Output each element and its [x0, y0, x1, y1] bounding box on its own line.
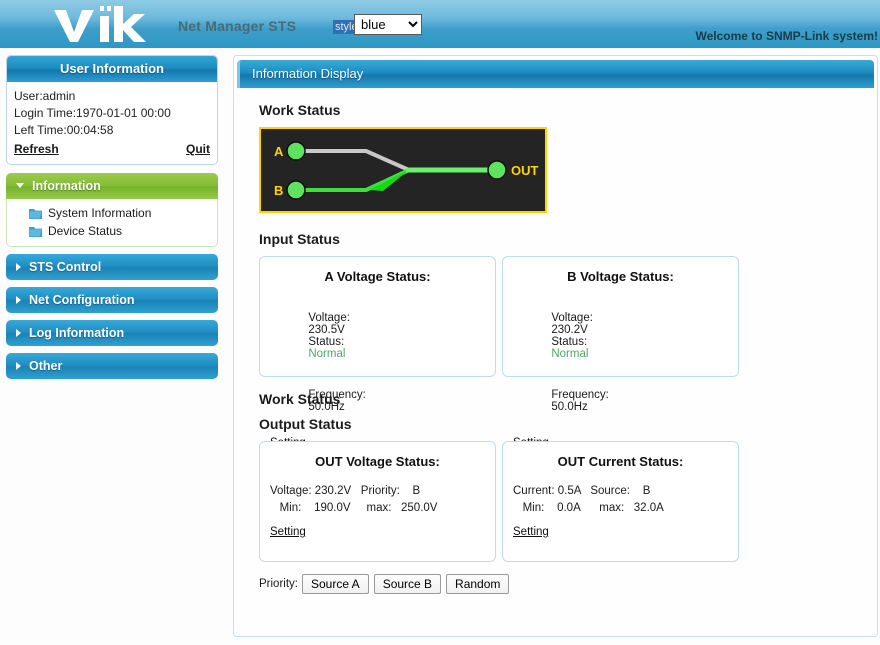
sidebar-menu-log-information: Log Information [6, 320, 218, 346]
welcome-message: Welcome to SNMP-Link system! [696, 29, 878, 43]
sidebar-item-other-label: Other [29, 359, 62, 373]
work-status-heading: Work Status [259, 102, 877, 118]
out-current-line-1: Current: 0.5A Source: B [513, 485, 728, 497]
a-status-label: Status: [308, 336, 344, 348]
sidebar-item-sts-control-label: STS Control [29, 260, 101, 274]
output-status-cards: OUT Voltage Status: Voltage: 230.2V Prio… [259, 441, 877, 562]
b-voltage-status-card: B Voltage Status: Voltage: 230.2V Status… [502, 256, 739, 377]
b-voltage-label: Voltage: [551, 312, 593, 324]
out-voltage-line-1: Voltage: 230.2V Priority: B [270, 485, 485, 497]
out-current-setting-link[interactable]: Setting [513, 526, 549, 538]
a-voltage-value: 230.5V [308, 324, 344, 336]
chevron-right-icon [16, 296, 21, 304]
input-status-cards: A Voltage Status: Voltage: 230.5V Status… [259, 256, 877, 377]
sidebar-item-system-information-label: System Information [48, 206, 151, 220]
priority-label: Priority: [259, 578, 298, 590]
chevron-down-icon [16, 183, 24, 188]
user-information-title: User Information [7, 56, 217, 82]
b-status-value: Normal [551, 348, 588, 360]
sidebar-item-information[interactable]: Information [6, 173, 218, 199]
user-links: Refresh Quit [14, 141, 210, 160]
vk-logo [52, 2, 148, 46]
sidebar-menu-information: Information System Information Device St… [6, 173, 218, 247]
out-current-setting-row: Setting [513, 526, 728, 538]
b-frequency-value: 50.0Hz [551, 401, 587, 413]
b-frequency-line: Frequency: 50.0Hz [513, 377, 728, 425]
a-voltage-status-title: A Voltage Status: [270, 269, 485, 284]
source-a-button[interactable]: Source A [302, 574, 369, 594]
sidebar-item-other[interactable]: Other [6, 353, 218, 379]
information-display-title: Information Display [237, 60, 874, 88]
out-current-status-title: OUT Current Status: [513, 454, 728, 469]
input-status-heading: Input Status [259, 231, 877, 247]
sidebar: User Information User:admin Login Time:1… [6, 55, 218, 379]
sidebar-item-information-label: Information [32, 179, 101, 193]
out-voltage-setting-link[interactable]: Setting [270, 526, 306, 538]
style-select[interactable]: blue [354, 14, 422, 35]
out-current-line-2: Min: 0.0A max: 32.0A [513, 502, 728, 514]
login-time-text: Login Time:1970-01-01 00:00 [14, 105, 210, 122]
b-status-label: Status: [551, 336, 587, 348]
user-name-text: User:admin [14, 88, 210, 105]
work-status-diagram: A B OUT [259, 127, 547, 213]
sidebar-item-log-information[interactable]: Log Information [6, 320, 218, 346]
diagram-label-b: B [274, 183, 283, 198]
quit-link[interactable]: Quit [186, 141, 210, 158]
user-information-body: User:admin Login Time:1970-01-01 00:00 L… [7, 82, 217, 164]
a-voltage-line: Voltage: 230.5V Status: Normal [270, 300, 485, 372]
sidebar-submenu-information: System Information Device Status [6, 199, 218, 247]
app-header: Net Manager STS style: blue Welcome to S… [0, 0, 880, 48]
random-button[interactable]: Random [446, 574, 509, 594]
a-voltage-status-card: A Voltage Status: Voltage: 230.5V Status… [259, 256, 496, 377]
chevron-right-icon [16, 263, 21, 271]
information-display-body: Work Status A B OUT [234, 88, 877, 594]
sidebar-menu-net-configuration: Net Configuration [6, 287, 218, 313]
b-voltage-line: Voltage: 230.2V Status: Normal [513, 300, 728, 372]
out-current-status-card: OUT Current Status: Current: 0.5A Source… [502, 441, 739, 562]
left-time-text: Left Time:00:04:58 [14, 122, 210, 139]
sidebar-item-net-configuration-label: Net Configuration [29, 293, 135, 307]
diagram-label-a: A [274, 144, 284, 159]
out-voltage-setting-row: Setting [270, 526, 485, 538]
out-voltage-line-2: Min: 190.0V max: 250.0V [270, 502, 485, 514]
sidebar-item-device-status[interactable]: Device Status [7, 222, 217, 240]
a-voltage-label: Voltage: [308, 312, 350, 324]
refresh-link[interactable]: Refresh [14, 141, 59, 158]
app-title: Net Manager STS [178, 18, 296, 34]
folder-icon [29, 226, 42, 237]
out-voltage-status-card: OUT Voltage Status: Voltage: 230.2V Prio… [259, 441, 496, 562]
sidebar-item-system-information[interactable]: System Information [7, 204, 217, 222]
sidebar-menu-sts-control: STS Control [6, 254, 218, 280]
priority-row: Priority: Source A Source B Random [259, 574, 877, 594]
source-b-button[interactable]: Source B [374, 574, 441, 594]
information-display-panel: Information Display Work Status [233, 55, 878, 637]
folder-icon [29, 208, 42, 219]
user-information-panel: User Information User:admin Login Time:1… [6, 55, 218, 165]
chevron-right-icon [16, 329, 21, 337]
diagram-label-out: OUT [511, 163, 539, 178]
a-status-value: Normal [308, 348, 345, 360]
b-voltage-value: 230.2V [551, 324, 587, 336]
sidebar-item-sts-control[interactable]: STS Control [6, 254, 218, 280]
sidebar-item-device-status-label: Device Status [48, 224, 122, 238]
page-body: User Information User:admin Login Time:1… [0, 48, 880, 645]
chevron-right-icon [16, 362, 21, 370]
sidebar-item-log-information-label: Log Information [29, 326, 124, 340]
out-voltage-status-title: OUT Voltage Status: [270, 454, 485, 469]
b-voltage-status-title: B Voltage Status: [513, 269, 728, 284]
b-frequency-label: Frequency: [551, 389, 609, 401]
sidebar-item-net-configuration[interactable]: Net Configuration [6, 287, 218, 313]
sidebar-menu-other: Other [6, 353, 218, 379]
